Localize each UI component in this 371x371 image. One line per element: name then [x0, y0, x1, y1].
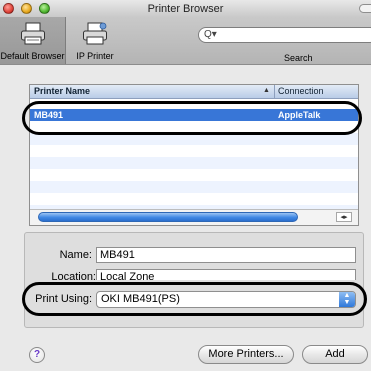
sort-ascending-icon: ▲ [263, 87, 270, 94]
empty-row [30, 145, 358, 157]
search-label: Search [284, 53, 313, 63]
empty-row [30, 157, 358, 169]
name-label: Name: [59, 249, 92, 261]
default-browser-label: Default Browser [0, 51, 65, 61]
name-field[interactable]: MB491 [96, 247, 356, 263]
empty-row [30, 169, 358, 181]
column-header-printer-name[interactable]: Printer Name [34, 86, 90, 96]
ip-printer-label: IP Printer [76, 51, 114, 61]
empty-row [30, 193, 358, 205]
window-title: Printer Browser [147, 3, 224, 15]
toolbar: Default Browser IP Printer Q▾ Search [0, 17, 371, 65]
empty-row [30, 181, 358, 193]
search-icon: Q▾ [204, 29, 217, 40]
location-label: Location: [51, 271, 96, 280]
title-bar: Printer Browser [0, 0, 371, 17]
highlight-oval-print-using [22, 282, 367, 316]
more-printers-button[interactable]: More Printers... [198, 345, 294, 364]
search-field[interactable]: Q▾ [198, 27, 371, 43]
list-header: Printer Name ▲ Connection [30, 85, 358, 99]
help-button[interactable]: ? [29, 347, 45, 363]
column-header-connection[interactable]: Connection [278, 86, 324, 96]
scroll-arrows[interactable]: ◂▸ [336, 212, 352, 222]
add-button[interactable]: Add [302, 345, 368, 364]
toolbar-toggle-button[interactable] [359, 4, 371, 13]
default-browser-button[interactable]: Default Browser [0, 17, 66, 64]
column-divider [274, 85, 275, 98]
printer-icon [20, 22, 46, 49]
location-row-clip: Location: Local Zone [24, 268, 364, 280]
network-printer-icon [82, 22, 108, 49]
scrollbar-thumb[interactable] [38, 212, 298, 222]
horizontal-scrollbar[interactable]: ◂▸ [30, 209, 358, 225]
highlight-oval-printer [22, 101, 362, 135]
ip-printer-button[interactable]: IP Printer [70, 17, 120, 64]
location-field[interactable]: Local Zone [96, 269, 356, 280]
